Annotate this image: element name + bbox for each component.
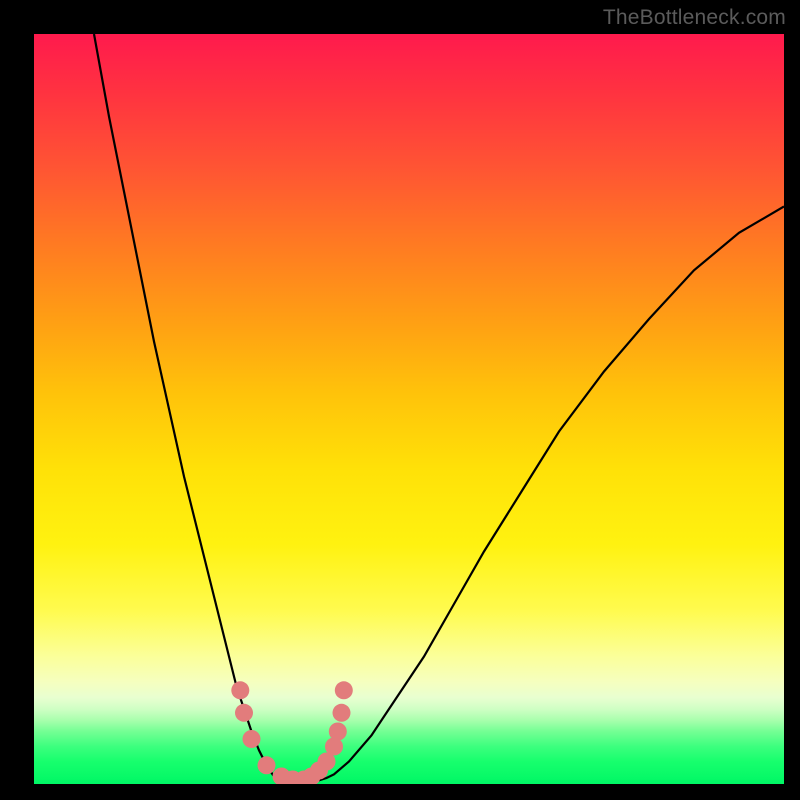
basin-marker — [329, 723, 347, 741]
basin-marker — [243, 730, 261, 748]
basin-marker — [333, 704, 351, 722]
bottleneck-curve — [94, 34, 784, 783]
chart-frame: TheBottleneck.com — [0, 0, 800, 800]
basin-marker — [325, 738, 343, 756]
plot-area — [34, 34, 784, 784]
basin-marker — [258, 756, 276, 774]
basin-markers — [231, 681, 352, 784]
watermark-text: TheBottleneck.com — [603, 6, 786, 30]
curve-layer — [34, 34, 784, 784]
basin-marker — [335, 681, 353, 699]
basin-marker — [235, 704, 253, 722]
basin-marker — [231, 681, 249, 699]
